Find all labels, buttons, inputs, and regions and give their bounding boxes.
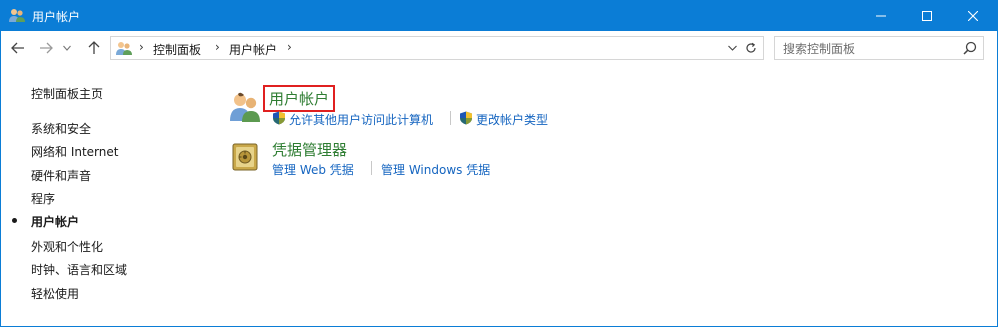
address-dropdown-button[interactable] xyxy=(724,38,740,58)
address-bar[interactable]: › 控制面板 › 用户帐户 › xyxy=(110,36,764,60)
sidebar-item-network-internet[interactable]: 网络和 Internet xyxy=(31,143,118,160)
minimize-icon xyxy=(876,15,886,16)
sidebar-item-system-security[interactable]: 系统和安全 xyxy=(31,120,91,137)
task-manage-web-credentials[interactable]: 管理 Web 凭据 xyxy=(272,161,354,178)
chevron-down-icon xyxy=(727,45,737,51)
window-border xyxy=(0,31,1,327)
breadcrumb-separator[interactable]: › xyxy=(287,40,292,54)
search-input[interactable] xyxy=(781,39,961,59)
sidebar-item-hardware-sound[interactable]: 硬件和声音 xyxy=(31,167,91,184)
category-title-user-accounts[interactable]: 用户帐户 xyxy=(263,85,336,112)
title-bar: 用户帐户 xyxy=(0,0,998,31)
arrow-right-icon xyxy=(40,42,53,54)
sidebar-item-user-accounts[interactable]: 用户帐户 xyxy=(31,213,79,230)
category-title-credential-manager[interactable]: 凭据管理器 xyxy=(272,139,347,160)
close-icon xyxy=(968,10,978,21)
breadcrumb-separator[interactable]: › xyxy=(139,40,144,54)
task-divider xyxy=(371,161,372,175)
task-divider xyxy=(450,111,451,125)
search-icon[interactable] xyxy=(963,41,977,55)
window-title: 用户帐户 xyxy=(32,10,81,24)
users-icon xyxy=(116,42,132,55)
refresh-icon xyxy=(746,42,756,53)
forward-button[interactable] xyxy=(36,38,56,58)
refresh-button[interactable] xyxy=(742,38,760,58)
breadcrumb-control-panel[interactable]: 控制面板 xyxy=(153,41,201,58)
uac-shield-icon xyxy=(273,111,285,125)
sidebar-item-control-panel-home[interactable]: 控制面板主页 xyxy=(31,85,103,102)
up-button[interactable] xyxy=(84,38,104,58)
chevron-down-icon xyxy=(63,45,71,51)
search-box[interactable] xyxy=(774,36,984,60)
task-allow-other-users[interactable]: 允许其他用户访问此计算机 xyxy=(289,111,433,128)
task-manage-windows-credentials[interactable]: 管理 Windows 凭据 xyxy=(381,161,490,178)
users-icon xyxy=(9,9,25,22)
back-button[interactable] xyxy=(8,38,28,58)
task-change-account-type[interactable]: 更改帐户类型 xyxy=(476,111,548,128)
minimize-button[interactable] xyxy=(858,0,904,31)
close-button[interactable] xyxy=(950,0,996,31)
sidebar: 控制面板主页 系统和安全 网络和 Internet 硬件和声音 程序 用户帐户 … xyxy=(0,65,200,325)
maximize-icon xyxy=(922,10,932,21)
sidebar-item-clock-region[interactable]: 时钟、语言和区域 xyxy=(31,261,127,278)
window-border xyxy=(0,326,998,330)
sidebar-item-appearance[interactable]: 外观和个性化 xyxy=(31,238,103,255)
users-icon[interactable] xyxy=(228,91,262,123)
maximize-button[interactable] xyxy=(904,0,950,31)
arrow-up-icon xyxy=(88,41,100,54)
arrow-left-icon xyxy=(11,42,24,54)
vault-icon[interactable] xyxy=(230,141,260,173)
breadcrumb-user-accounts[interactable]: 用户帐户 xyxy=(229,41,277,58)
sidebar-item-programs[interactable]: 程序 xyxy=(31,190,55,207)
uac-shield-icon xyxy=(460,111,472,125)
sidebar-item-ease-of-access[interactable]: 轻松使用 xyxy=(31,285,79,302)
recent-locations-button[interactable] xyxy=(60,38,74,58)
active-item-bullet xyxy=(12,218,17,223)
breadcrumb-separator[interactable]: › xyxy=(215,40,220,54)
